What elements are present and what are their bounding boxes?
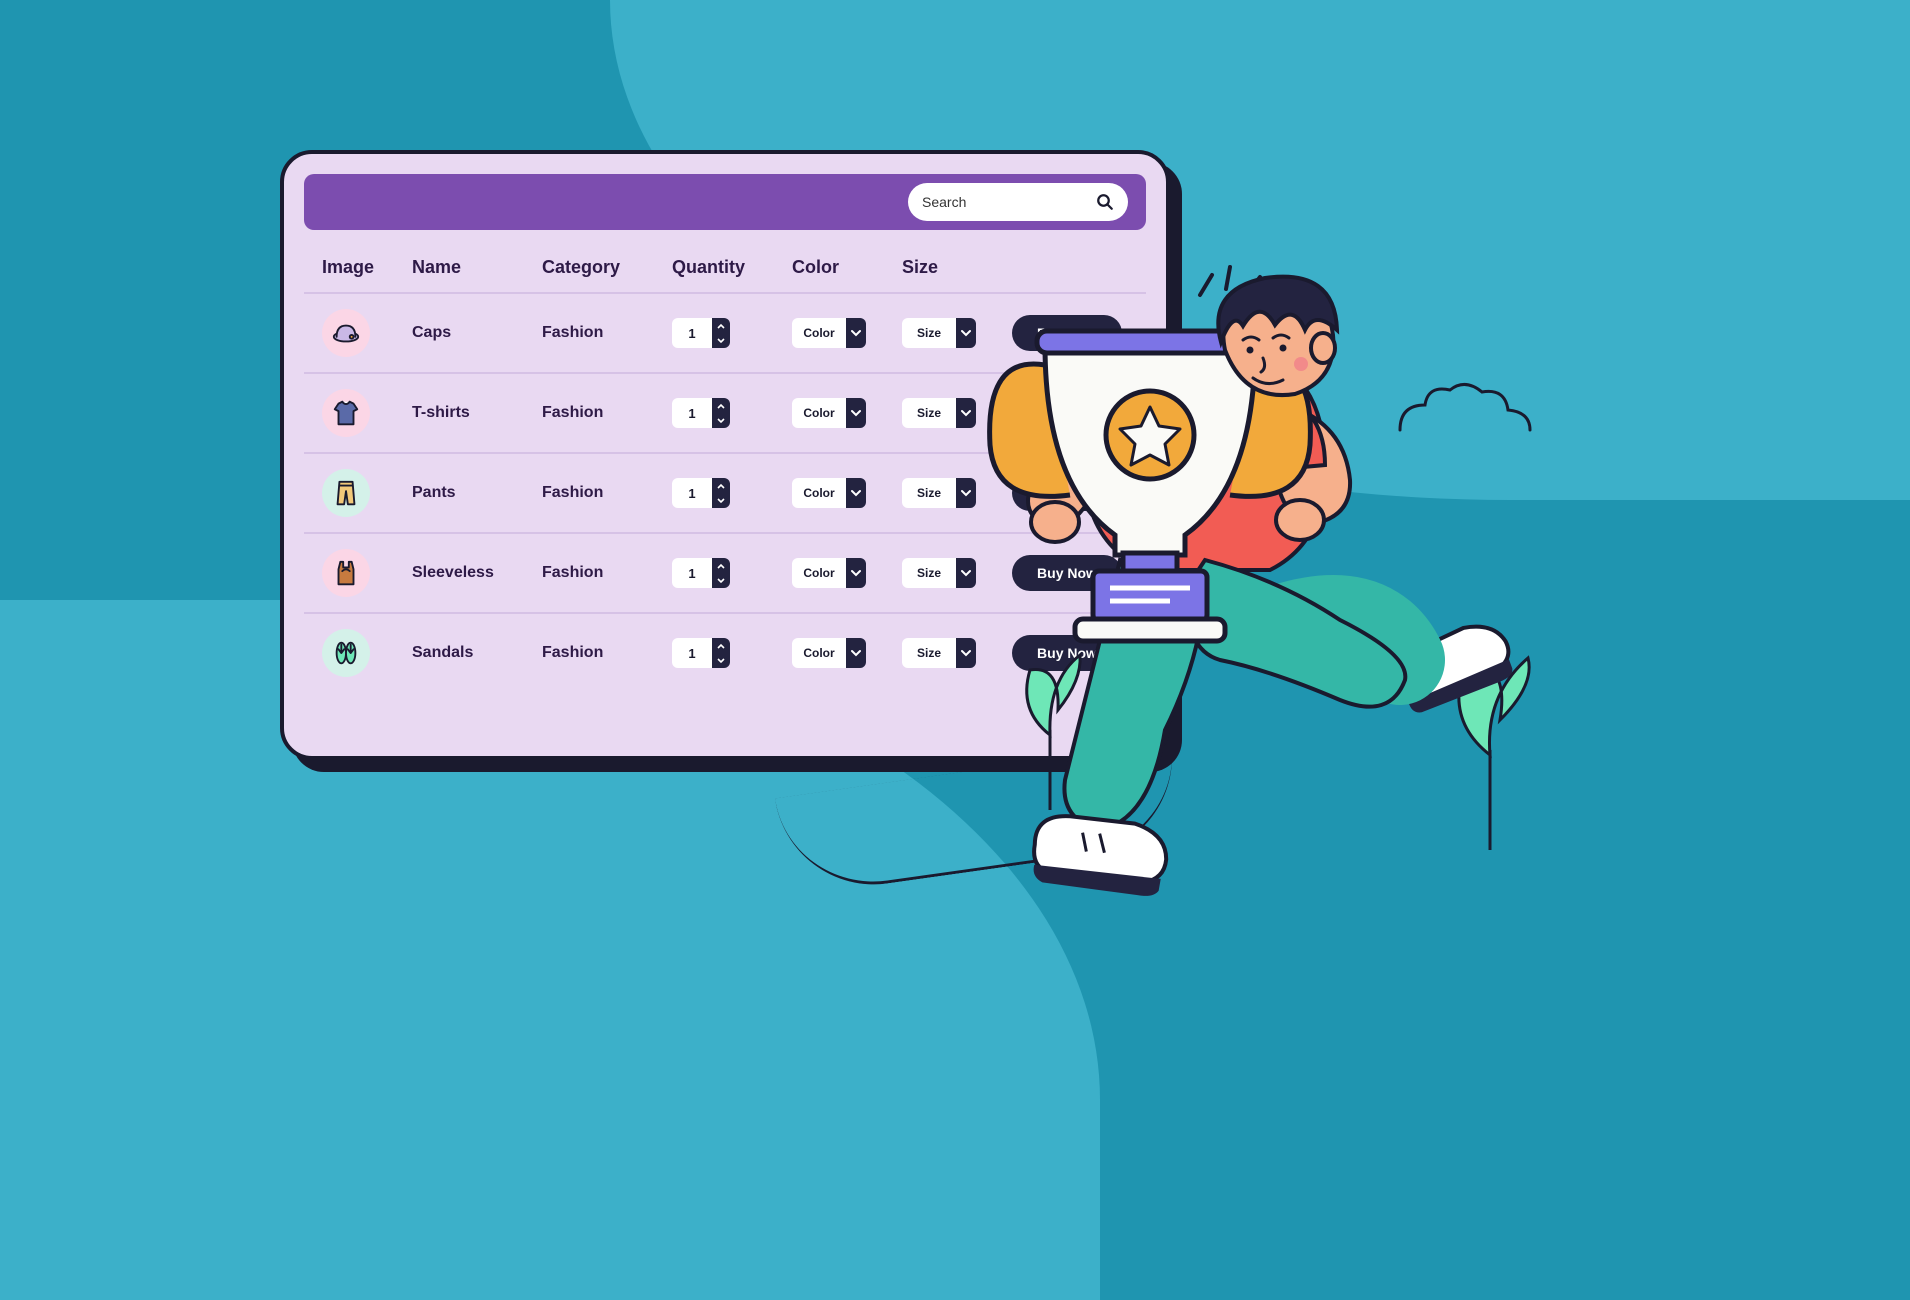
quantity-stepper[interactable]: 1 [672, 558, 730, 588]
chevron-down-icon [846, 398, 866, 428]
chevron-up-icon[interactable] [712, 478, 730, 493]
color-select[interactable]: Color [792, 558, 866, 588]
color-select[interactable]: Color [792, 478, 866, 508]
col-name: Name [412, 257, 542, 278]
product-category: Fashion [542, 564, 672, 582]
quantity-value: 1 [672, 398, 712, 428]
product-category: Fashion [542, 404, 672, 422]
quantity-stepper[interactable]: 1 [672, 318, 730, 348]
col-quantity: Quantity [672, 257, 792, 278]
chevron-up-icon[interactable] [712, 398, 730, 413]
size-select-label: Size [902, 478, 956, 508]
cap-icon [322, 309, 370, 357]
product-image-cell [322, 309, 412, 357]
color-select[interactable]: Color [792, 318, 866, 348]
product-name: Sleeveless [412, 564, 542, 582]
product-category: Fashion [542, 644, 672, 662]
quantity-cell: 1 [672, 638, 792, 668]
col-color: Color [792, 257, 902, 278]
quantity-cell: 1 [672, 478, 792, 508]
chevron-up-icon[interactable] [712, 318, 730, 333]
product-category: Fashion [542, 484, 672, 502]
size-select[interactable]: Size [902, 638, 976, 668]
sandals-icon [322, 629, 370, 677]
col-category: Category [542, 257, 672, 278]
color-select[interactable]: Color [792, 398, 866, 428]
chevron-down-icon[interactable] [712, 573, 730, 588]
chevron-down-icon[interactable] [712, 493, 730, 508]
color-cell: Color [792, 638, 902, 668]
size-select-label: Size [902, 318, 956, 348]
quantity-stepper[interactable]: 1 [672, 638, 730, 668]
product-image-cell [322, 389, 412, 437]
pants-icon [322, 469, 370, 517]
color-cell: Color [792, 558, 902, 588]
color-select-label: Color [792, 558, 846, 588]
quantity-value: 1 [672, 638, 712, 668]
product-image-cell [322, 469, 412, 517]
size-select[interactable]: Size [902, 398, 976, 428]
color-select-label: Color [792, 478, 846, 508]
chevron-up-icon[interactable] [712, 638, 730, 653]
quantity-value: 1 [672, 318, 712, 348]
color-cell: Color [792, 398, 902, 428]
size-select[interactable]: Size [902, 478, 976, 508]
chevron-down-icon [846, 638, 866, 668]
quantity-stepper[interactable]: 1 [672, 398, 730, 428]
product-name: T-shirts [412, 404, 542, 422]
quantity-value: 1 [672, 478, 712, 508]
product-name: Sandals [412, 644, 542, 662]
color-cell: Color [792, 478, 902, 508]
search-icon [1096, 193, 1114, 211]
chevron-down-icon [846, 478, 866, 508]
sleeveless-icon [322, 549, 370, 597]
search-placeholder: Search [922, 194, 966, 210]
col-image: Image [322, 257, 412, 278]
chevron-up-icon[interactable] [712, 558, 730, 573]
quantity-value: 1 [672, 558, 712, 588]
size-select-label: Size [902, 638, 956, 668]
size-select[interactable]: Size [902, 318, 976, 348]
color-select-label: Color [792, 398, 846, 428]
quantity-cell: 1 [672, 318, 792, 348]
chevron-down-icon [846, 558, 866, 588]
product-category: Fashion [542, 324, 672, 342]
color-select-label: Color [792, 638, 846, 668]
size-select-label: Size [902, 398, 956, 428]
product-name: Caps [412, 324, 542, 342]
color-select[interactable]: Color [792, 638, 866, 668]
quantity-cell: 1 [672, 558, 792, 588]
size-select-label: Size [902, 558, 956, 588]
topbar: Search [304, 174, 1146, 230]
chevron-down-icon[interactable] [712, 653, 730, 668]
tshirt-icon [322, 389, 370, 437]
quantity-cell: 1 [672, 398, 792, 428]
product-image-cell [322, 549, 412, 597]
size-select[interactable]: Size [902, 558, 976, 588]
color-select-label: Color [792, 318, 846, 348]
quantity-stepper[interactable]: 1 [672, 478, 730, 508]
search-input[interactable]: Search [908, 183, 1128, 221]
product-name: Pants [412, 484, 542, 502]
product-image-cell [322, 629, 412, 677]
chevron-down-icon[interactable] [712, 333, 730, 348]
chevron-down-icon[interactable] [712, 413, 730, 428]
color-cell: Color [792, 318, 902, 348]
character-illustration [970, 260, 1590, 1000]
chevron-down-icon [846, 318, 866, 348]
